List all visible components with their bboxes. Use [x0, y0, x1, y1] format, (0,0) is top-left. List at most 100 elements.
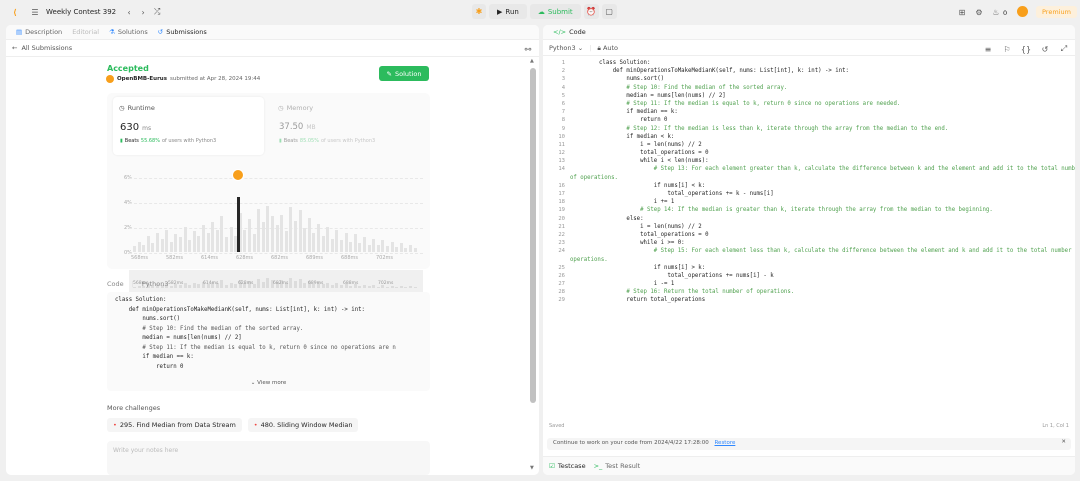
histogram-bar[interactable] — [261, 222, 265, 252]
histogram-bar[interactable] — [395, 246, 399, 252]
histogram-bar[interactable] — [146, 235, 150, 252]
histogram-bar[interactable] — [257, 208, 261, 252]
histogram-bar[interactable] — [363, 237, 366, 252]
histogram-bar[interactable] — [151, 243, 155, 252]
histogram-bar[interactable] — [266, 205, 270, 252]
histogram-bar[interactable] — [192, 231, 196, 252]
histogram-bar[interactable] — [252, 234, 256, 252]
close-icon[interactable]: ✕ — [1061, 439, 1066, 445]
histogram-bar[interactable] — [133, 246, 136, 252]
tab-editorial[interactable]: Editorial — [68, 28, 103, 36]
histogram-bar[interactable] — [381, 240, 385, 252]
histogram-bar[interactable] — [413, 247, 417, 252]
histogram-bar[interactable] — [142, 244, 146, 252]
histogram-bar[interactable] — [202, 225, 205, 252]
user-result-bar[interactable] — [237, 196, 240, 252]
histogram-bar[interactable] — [174, 234, 178, 252]
challenge-item[interactable]: • 295. Find Median from Data Stream — [107, 418, 242, 432]
histogram-bar[interactable] — [298, 210, 302, 252]
histogram-bar[interactable] — [404, 247, 408, 252]
challenge-item[interactable]: • 480. Sliding Window Median — [247, 418, 359, 432]
histogram-bar[interactable] — [169, 241, 173, 252]
histogram-bar[interactable] — [312, 232, 316, 252]
bookmark-icon[interactable]: ⚐ — [1000, 42, 1014, 56]
histogram-bar[interactable] — [349, 241, 353, 252]
histogram-bar[interactable] — [353, 234, 357, 252]
histogram-bar[interactable] — [330, 238, 334, 252]
streak-icon[interactable]: ♨ — [989, 5, 1003, 19]
histogram-bar[interactable] — [215, 229, 219, 252]
link-icon[interactable]: ⚯ — [521, 42, 535, 56]
histogram-bar[interactable] — [294, 220, 297, 252]
histogram-bar[interactable] — [188, 240, 192, 252]
histogram-bar[interactable] — [303, 228, 307, 252]
tab-submissions[interactable]: ↺ Submissions — [154, 28, 211, 36]
histogram-bar[interactable] — [280, 214, 284, 252]
logo-icon[interactable]: ⟨ — [8, 5, 22, 19]
histogram-bar[interactable] — [220, 216, 224, 252]
histogram-bar[interactable] — [344, 232, 348, 252]
tab-testcase[interactable]: ☑ Testcase — [549, 462, 586, 470]
histogram-bar[interactable] — [137, 241, 141, 252]
histogram-bar[interactable] — [271, 216, 274, 252]
histogram-bar[interactable] — [156, 232, 159, 252]
code-editor[interactable]: 1 class Solution: 2 def minOperationsToMak… — [543, 59, 1075, 419]
solution-button[interactable]: ✎ Solution — [379, 66, 429, 81]
back-link[interactable]: ← All Submissions — [12, 44, 72, 52]
debug-icon[interactable]: ✱ — [472, 4, 486, 19]
user-avatar-marker[interactable] — [232, 169, 244, 181]
user-name[interactable]: OpenBMB-Eurus — [117, 76, 167, 82]
histogram-bar[interactable] — [183, 226, 187, 252]
language-select[interactable]: Python3 ⌄ — [549, 44, 583, 52]
histogram-bar[interactable] — [211, 222, 215, 252]
histogram-bar[interactable] — [197, 235, 201, 252]
code-preview[interactable]: class Solution: def minOperationsToMakeM… — [107, 292, 430, 391]
histogram-bar[interactable] — [289, 207, 293, 252]
premium-button[interactable]: Premium — [1036, 6, 1077, 18]
notes-icon[interactable]: ▢ — [601, 4, 617, 19]
runtime-box[interactable]: ◷ Runtime 630 ms ▮ Beats 55.68% of users wit… — [113, 97, 264, 155]
scroll-thumb[interactable] — [530, 68, 536, 403]
histogram-bar[interactable] — [206, 232, 210, 252]
histogram-bar[interactable] — [229, 226, 233, 252]
histogram-bar[interactable] — [340, 240, 343, 252]
braces-icon[interactable]: {} — [1019, 42, 1033, 56]
histogram-bar[interactable] — [326, 226, 330, 252]
auto-toggle[interactable]: 🔒︎ Auto — [597, 44, 618, 53]
histogram-bar[interactable] — [248, 219, 251, 252]
histogram-bar[interactable] — [399, 243, 403, 252]
histogram-bar[interactable] — [165, 229, 169, 252]
layout-icon[interactable]: ⊞ — [955, 5, 969, 19]
memory-box[interactable]: ◷ Memory 37.50 MB ▮ Beats 85.05% of users wi… — [272, 97, 423, 155]
submit-button[interactable]: ☁ Submit — [529, 4, 581, 19]
histogram-bar[interactable] — [409, 244, 412, 252]
histogram-bar[interactable] — [321, 235, 325, 252]
histogram-bar[interactable] — [275, 225, 279, 252]
next-icon[interactable]: › — [136, 5, 150, 19]
view-more-button[interactable]: ⌄ View more — [107, 380, 430, 386]
format-icon[interactable]: ≡ — [981, 42, 995, 56]
histogram-bar[interactable] — [243, 229, 247, 252]
histogram-bar[interactable] — [335, 229, 339, 252]
scrollbar[interactable]: ▲ ▼ — [529, 58, 537, 473]
contest-title[interactable]: Weekly Contest 392 — [46, 8, 116, 16]
histogram-bar[interactable] — [358, 243, 362, 252]
histogram-bar[interactable] — [160, 238, 164, 252]
notes-field[interactable]: Write your notes here — [107, 441, 430, 475]
tab-test-result[interactable]: >_ Test Result — [594, 462, 641, 470]
avatar[interactable] — [1017, 6, 1028, 17]
histogram-bar[interactable] — [376, 245, 380, 252]
prev-icon[interactable]: ‹ — [122, 5, 136, 19]
histogram-bar[interactable] — [372, 238, 376, 252]
histogram-bar[interactable] — [367, 244, 371, 252]
histogram-bar[interactable] — [225, 237, 228, 252]
user-avatar[interactable] — [106, 75, 114, 83]
tab-code[interactable]: </> Code — [549, 28, 590, 36]
alarm-icon[interactable]: ⏰ — [583, 4, 599, 19]
tab-solutions[interactable]: ⚗ Solutions — [105, 28, 152, 36]
settings-icon[interactable]: ⚙ — [972, 5, 986, 19]
histogram-bar[interactable] — [307, 217, 311, 252]
histogram-bar[interactable] — [284, 231, 288, 252]
histogram-bar[interactable] — [390, 241, 394, 252]
run-button[interactable]: ▶ Run — [489, 4, 527, 19]
